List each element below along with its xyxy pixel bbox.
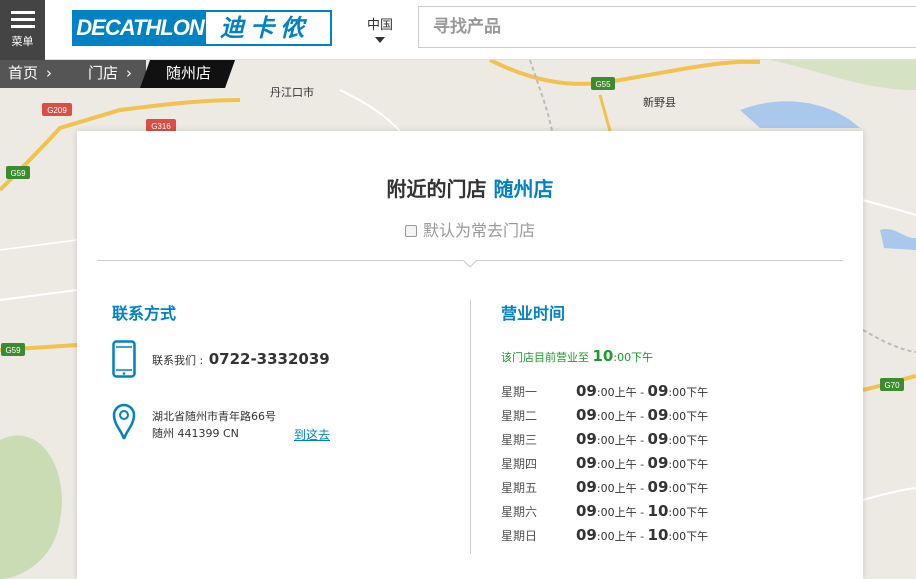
road-shield-g55: G55 <box>591 77 615 90</box>
hamburger-icon <box>11 11 35 32</box>
svg-text:G59: G59 <box>10 169 26 178</box>
day-label: 星期四 <box>501 456 538 471</box>
hours-range: 09:00上午 - 09:00下午 <box>576 430 709 448</box>
svg-text:G70: G70 <box>884 381 900 390</box>
road-shield-g59: G59 <box>6 166 30 179</box>
hours-row: 星期四 09:00上午 - 09:00下午 <box>501 451 708 475</box>
day-label: 星期一 <box>501 384 538 399</box>
caret-down-icon <box>375 37 385 43</box>
hours-row: 星期一 09:00上午 - 09:00下午 <box>501 379 708 403</box>
phone-icon <box>112 340 136 378</box>
address-line-1: 湖北省随州市青年路66号 <box>152 410 276 423</box>
store-card: 附近的门店 随州店 默认为常去门店 联系方式 联系我们 : 0722-33320… <box>77 131 863 579</box>
breadcrumb-home[interactable]: 首页 › <box>0 60 67 88</box>
hours-range: 09:00上午 - 10:00下午 <box>576 526 709 544</box>
breadcrumb-stores[interactable]: 门店 › <box>66 60 147 88</box>
hours-row: 星期二 09:00上午 - 09:00下午 <box>501 403 708 427</box>
hours-range: 09:00上午 - 09:00下午 <box>576 478 709 496</box>
hours-range: 09:00上午 - 09:00下午 <box>576 406 709 424</box>
hours-row: 星期日 09:00上午 - 10:00下午 <box>501 523 708 547</box>
phone-row: 联系我们 : 0722-3332039 <box>152 350 330 368</box>
logo-text-cn: 迪卡侬 <box>220 14 310 42</box>
svg-text:G316: G316 <box>151 122 171 131</box>
day-label: 星期六 <box>501 504 538 519</box>
open-status: 该门店目前营业至 10:00下午 <box>501 347 654 365</box>
column-divider <box>470 300 471 554</box>
page-title: 附近的门店 随州店 <box>386 177 554 201</box>
hours-range: 09:00上午 - 09:00下午 <box>576 454 709 472</box>
decathlon-logo[interactable]: DECATHLON 迪卡侬 <box>72 10 332 46</box>
svg-text:G209: G209 <box>47 106 67 115</box>
road-shield-g70: G70 <box>880 378 904 391</box>
store-name: 随州店 <box>493 177 554 201</box>
hours-range: 09:00上午 - 09:00下午 <box>576 382 709 400</box>
hours-row: 星期三 09:00上午 - 09:00下午 <box>501 427 708 451</box>
day-label: 星期二 <box>501 408 538 423</box>
address-line-2: 随州 441399 CN <box>152 427 239 440</box>
chevron-right-icon: › <box>126 64 133 82</box>
site-header: 菜单 DECATHLON 迪卡侬 中国 寻找产品 <box>0 0 916 60</box>
contact-heading: 联系方式 <box>112 304 177 323</box>
road-shield-g209: G209 <box>42 103 72 116</box>
favorite-label: 默认为常去门店 <box>422 221 535 240</box>
store-address: 湖北省随州市青年路66号 随州 441399 CN <box>152 408 276 442</box>
menu-button[interactable]: 菜单 <box>0 0 45 60</box>
divider-notch-icon <box>463 260 477 268</box>
breadcrumb-current: 随州店 <box>140 60 235 88</box>
hours-table: 星期一 09:00上午 - 09:00下午 星期二 09:00上午 - 09:0… <box>501 379 708 547</box>
phone-number[interactable]: 0722-3332039 <box>209 350 330 368</box>
day-label: 星期日 <box>501 528 538 543</box>
logo-text-en: DECATHLON <box>74 12 206 44</box>
hours-row: 星期五 09:00上午 - 09:00下午 <box>501 475 708 499</box>
hours-heading: 营业时间 <box>501 304 566 323</box>
day-label: 星期五 <box>501 480 538 495</box>
directions-link[interactable]: 到这去 <box>294 426 330 443</box>
chevron-right-icon: › <box>46 64 53 82</box>
country-label: 中国 <box>366 18 393 33</box>
hours-range: 09:00上午 - 10:00下午 <box>576 502 709 520</box>
country-selector[interactable]: 中国 <box>360 14 400 43</box>
location-pin-icon <box>112 403 136 440</box>
map-label-danjiangkou: 丹江口市 <box>270 85 314 99</box>
hours-row: 星期六 09:00上午 - 10:00下午 <box>501 499 708 523</box>
phone-label: 联系我们 : <box>152 354 204 367</box>
checkbox-icon[interactable] <box>404 225 417 237</box>
svg-text:G59: G59 <box>5 346 21 355</box>
menu-label: 菜单 <box>11 35 34 48</box>
map-label-xinye: 新野县 <box>643 95 676 109</box>
breadcrumb: 首页 › 门店 › 随州店 <box>0 60 235 88</box>
svg-text:G55: G55 <box>595 80 611 89</box>
day-label: 星期三 <box>501 432 538 447</box>
search-input[interactable]: 寻找产品 <box>418 6 916 48</box>
favorite-store-checkbox[interactable]: 默认为常去门店 <box>77 217 863 241</box>
road-shield-g59-lower: G59 <box>1 343 25 356</box>
